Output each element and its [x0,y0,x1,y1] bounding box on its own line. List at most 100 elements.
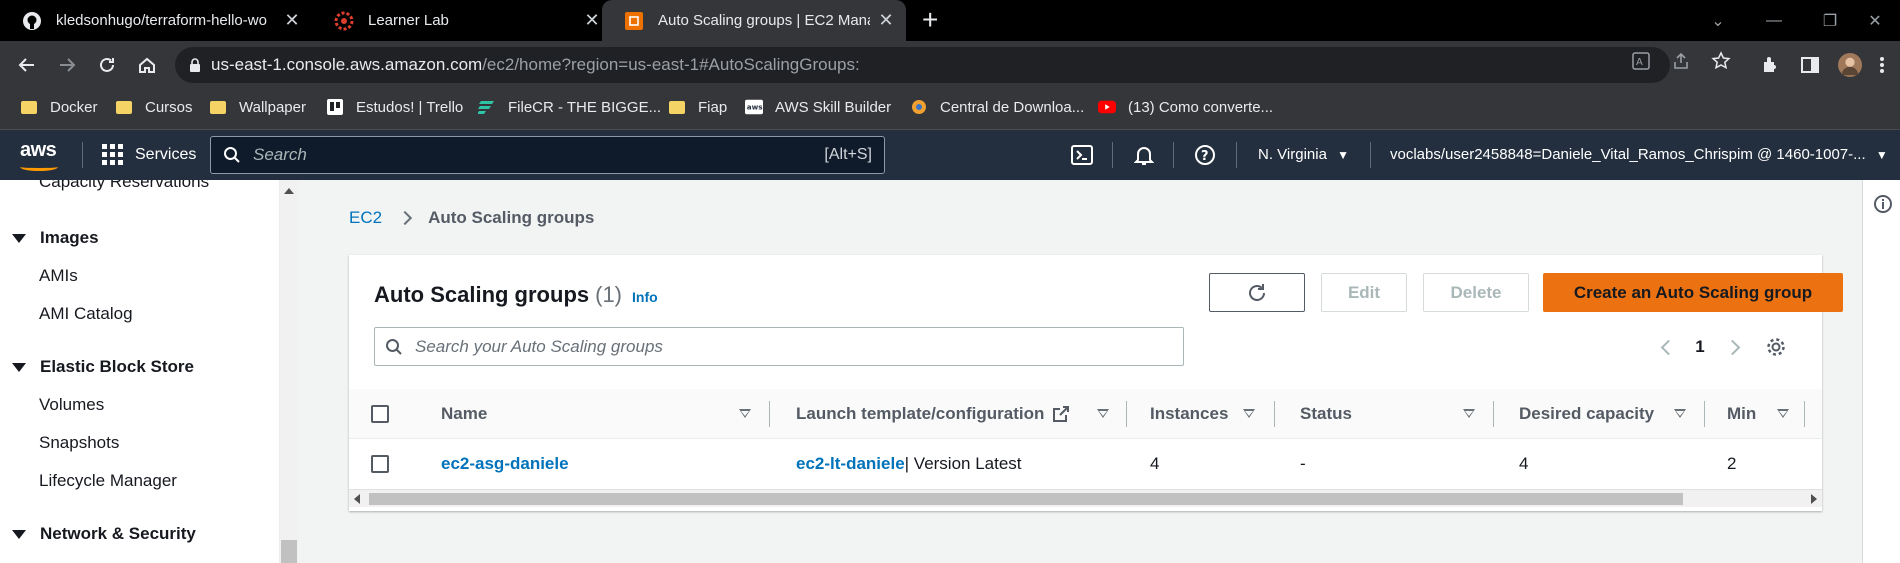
sidebar-scrollbar[interactable] [280,180,298,563]
column-header-min[interactable]: Min [1727,389,1756,439]
bookmark-item[interactable]: aws AWS Skill Builder [745,98,891,116]
bookmark-item[interactable]: Cursos [115,98,193,116]
close-icon[interactable]: ✕ [282,10,302,31]
breadcrumb-ec2-link[interactable]: EC2 [349,208,382,228]
sidebar-item-snapshots[interactable]: Snapshots [39,433,119,453]
translate-icon[interactable]: A [1630,50,1652,72]
scroll-up-icon[interactable] [284,188,294,194]
sidebar-item-capacity-reservations[interactable]: Capacity Reservations [39,180,209,192]
aws-search-input[interactable]: Search [Alt+S] [210,136,885,174]
bookmark-item[interactable]: Estudos! | Trello [326,98,463,116]
create-asg-button[interactable]: Create an Auto Scaling group [1543,273,1843,312]
asg-search-input[interactable]: Search your Auto Scaling groups [374,327,1184,366]
side-panel-icon[interactable] [1798,53,1822,77]
table-horizontal-scrollbar[interactable] [349,489,1822,507]
bookmark-item[interactable]: Fiap [668,98,727,116]
launch-template-version: | Version Latest [904,454,1022,473]
bookmark-star-icon[interactable] [1710,50,1732,72]
column-header-name[interactable]: Name [441,389,487,439]
trello-icon [326,98,344,116]
column-divider[interactable] [769,401,770,427]
minimize-icon[interactable]: — [1746,0,1802,41]
extensions-icon[interactable] [1758,53,1782,77]
address-bar[interactable]: us-east-1.console.aws.amazon.com/ec2/hom… [175,47,1670,83]
lock-icon[interactable] [189,58,201,72]
close-icon[interactable]: ✕ [582,10,602,31]
search-icon [223,146,241,164]
forward-icon[interactable] [52,50,82,80]
bookmark-label: AWS Skill Builder [775,98,892,116]
sidebar-item-lifecycle-manager[interactable]: Lifecycle Manager [39,471,177,491]
avatar[interactable] [1838,53,1862,77]
asg-name-link[interactable]: ec2-asg-daniele [441,454,569,474]
share-icon[interactable] [1670,50,1692,72]
column-divider[interactable] [1804,401,1805,427]
section-title: Network & Security [40,524,196,543]
close-icon[interactable]: ✕ [876,10,896,31]
column-divider[interactable] [1493,401,1494,427]
sidebar-section-elastic-block-store[interactable]: Elastic Block Store [12,357,194,377]
column-divider[interactable] [1704,401,1705,427]
home-icon[interactable] [132,50,162,80]
services-menu[interactable]: Services [102,144,196,165]
help-icon[interactable]: ? [1193,144,1217,166]
cloudshell-icon[interactable] [1070,144,1094,166]
next-page-button[interactable] [1717,333,1747,361]
bookmark-item[interactable]: Wallpaper [209,98,306,116]
column-header-launch-template[interactable]: Launch template/configuration [796,389,1070,439]
prev-page-button[interactable] [1653,333,1683,361]
info-icon[interactable] [1873,194,1893,219]
preferences-button[interactable] [1761,333,1791,361]
sidebar-item-volumes[interactable]: Volumes [39,395,104,415]
table-row[interactable]: ec2-asg-daniele ec2-lt-daniele | Version… [349,439,1822,489]
bookmark-item[interactable]: Docker [20,98,98,116]
sidebar-item-ami-catalog[interactable]: AMI Catalog [39,304,133,324]
browser-tab[interactable]: kledsonhugo/terraform-hello-wo ✕ [0,0,312,41]
scrollbar-thumb[interactable] [281,540,297,563]
folder-icon [115,98,133,116]
column-divider[interactable] [1274,401,1275,427]
column-label: Launch template/configuration [796,404,1045,423]
column-header-status[interactable]: Status [1300,389,1352,439]
url-host: us-east-1.console.aws.amazon.com [211,55,483,74]
bookmark-label: Fiap [698,98,728,116]
delete-button[interactable]: Delete [1423,273,1529,312]
browser-tab-active[interactable]: Auto Scaling groups | EC2 Manag ✕ [602,0,906,41]
bell-icon[interactable] [1132,144,1156,166]
aws-logo[interactable]: aws [20,139,57,162]
browser-tab[interactable]: Learner Lab ✕ [312,0,612,41]
sidebar-item-amis[interactable]: AMIs [39,266,78,286]
column-header-desired-capacity[interactable]: Desired capacity [1519,389,1654,439]
sidebar-section-network-security[interactable]: Network & Security [12,524,196,544]
page-number[interactable]: 1 [1685,333,1715,361]
chrome-menu-icon[interactable] [1870,53,1894,77]
tab-search-icon[interactable]: ⌄ [1690,0,1746,41]
column-label: Min [1727,404,1757,423]
bookmark-item[interactable]: FileCR - THE BIGGE... [478,98,661,116]
scroll-right-icon[interactable] [1811,494,1817,504]
bookmark-item[interactable]: Central de Downloa... [910,98,1084,116]
row-checkbox[interactable] [371,455,389,473]
column-label: Desired capacity [1519,404,1655,423]
info-link[interactable]: Info [632,289,658,305]
new-tab-button[interactable]: + [922,6,938,34]
account-menu[interactable]: voclabs/user2458848=Daniele_Vital_Ramos_… [1390,146,1888,163]
bookmarks-bar: Docker Cursos Wallpaper Estudos! | Trell… [0,88,1900,130]
column-divider[interactable] [1126,401,1127,427]
region-selector[interactable]: N. Virginia ▼ [1258,146,1349,163]
cell-status: - [1300,454,1306,473]
launch-template-link[interactable]: ec2-lt-daniele [796,454,905,474]
select-all-checkbox[interactable] [371,405,389,423]
reload-icon[interactable] [92,50,122,80]
sidebar-section-images[interactable]: Images [12,228,99,248]
scroll-left-icon[interactable] [354,494,360,504]
edit-button[interactable]: Edit [1321,273,1407,312]
bookmark-item[interactable]: (13) Como converte... [1098,98,1273,116]
external-link-icon [1052,405,1070,423]
back-icon[interactable] [12,50,42,80]
refresh-button[interactable] [1209,273,1305,312]
scrollbar-thumb[interactable] [369,493,1683,505]
divider [1173,142,1174,168]
column-header-instances[interactable]: Instances [1150,389,1228,439]
close-window-icon[interactable]: ✕ [1850,0,1900,41]
